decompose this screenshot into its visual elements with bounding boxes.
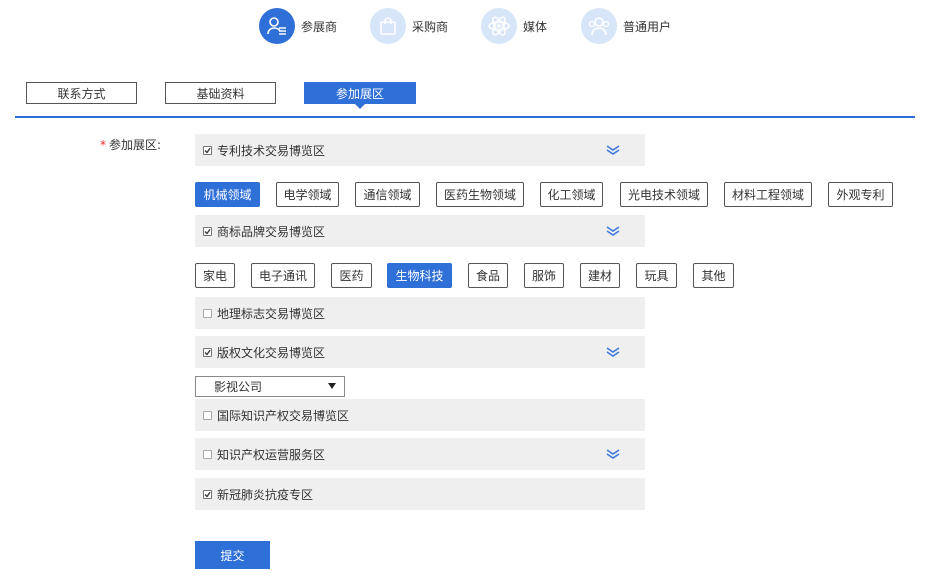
zone-row-covid: 新冠肺炎抗疫专区 xyxy=(195,478,645,510)
zone-row-international: 国际知识产权交易博览区 xyxy=(195,399,645,431)
chip-electronics[interactable]: 电子通讯 xyxy=(251,263,315,288)
chip-chemical[interactable]: 化工领域 xyxy=(540,182,603,207)
copyright-type-select[interactable]: 影视公司 xyxy=(195,376,345,397)
role-tab-buyer[interactable]: 采购商 xyxy=(370,8,448,44)
atom-icon xyxy=(481,8,517,44)
zone-name: 版权文化交易博览区 xyxy=(217,345,326,360)
chip-food[interactable]: 食品 xyxy=(468,263,508,288)
zone-row-ip-services: 知识产权运营服务区 xyxy=(195,438,645,470)
step-tab-contact[interactable]: 联系方式 xyxy=(26,82,137,104)
zone-checkbox[interactable] xyxy=(203,145,212,155)
step-divider xyxy=(15,116,915,118)
role-tab-media[interactable]: 媒体 xyxy=(481,8,547,44)
exhibitor-icon xyxy=(259,8,295,44)
expand-chevron-icon[interactable] xyxy=(605,346,621,358)
role-tab-user[interactable]: 普通用户 xyxy=(581,8,671,44)
expand-chevron-icon[interactable] xyxy=(605,144,621,156)
zone-row-patent: 专利技术交易博览区 xyxy=(195,134,645,166)
zone-checkbox[interactable] xyxy=(203,226,212,236)
zone-name: 知识产权运营服务区 xyxy=(217,447,326,462)
zone-checkbox[interactable] xyxy=(203,410,212,420)
zone-name: 专利技术交易博览区 xyxy=(217,143,326,158)
role-label: 普通用户 xyxy=(623,19,672,34)
expand-chevron-icon[interactable] xyxy=(605,225,621,237)
submit-button[interactable]: 提交 xyxy=(195,541,270,569)
expand-chevron-icon[interactable] xyxy=(605,448,621,460)
chip-materials[interactable]: 材料工程领域 xyxy=(724,182,812,207)
role-label: 参展商 xyxy=(301,19,338,34)
chip-optoelectronics[interactable]: 光电技术领域 xyxy=(620,182,708,207)
step-tab-basic-info[interactable]: 基础资料 xyxy=(165,82,276,104)
role-label: 媒体 xyxy=(523,19,548,34)
dropdown-arrow-icon xyxy=(328,383,336,389)
zone-row-copyright: 版权文化交易博览区 xyxy=(195,336,645,368)
chip-building-materials[interactable]: 建材 xyxy=(580,263,620,288)
chip-medicine[interactable]: 医药 xyxy=(331,263,372,288)
chip-design-patent[interactable]: 外观专利 xyxy=(828,182,893,207)
step-tab-exhibit-zone[interactable]: 参加展区 xyxy=(304,82,416,104)
exhibit-zone-label: * 参加展区: xyxy=(100,136,161,153)
chip-communication[interactable]: 通信领域 xyxy=(355,182,420,207)
role-tab-exhibitor[interactable]: 参展商 xyxy=(259,8,337,44)
chip-electrical[interactable]: 电学领域 xyxy=(276,182,339,207)
zone-name: 地理标志交易博览区 xyxy=(217,306,326,321)
role-label: 采购商 xyxy=(412,19,449,34)
zone-checkbox[interactable] xyxy=(203,347,212,357)
chip-other[interactable]: 其他 xyxy=(693,263,734,288)
zone-name: 新冠肺炎抗疫专区 xyxy=(217,487,314,502)
users-icon xyxy=(581,8,617,44)
select-value: 影视公司 xyxy=(214,380,263,394)
chip-appliances[interactable]: 家电 xyxy=(195,263,235,288)
zone-checkbox[interactable] xyxy=(203,308,212,318)
chip-biotech[interactable]: 生物科技 xyxy=(387,263,452,288)
zone-checkbox[interactable] xyxy=(203,489,212,499)
chip-biomedicine[interactable]: 医药生物领域 xyxy=(436,182,524,207)
label-text: 参加展区: xyxy=(109,138,162,152)
required-mark: * xyxy=(100,138,106,152)
chip-toys[interactable]: 玩具 xyxy=(636,263,677,288)
chip-apparel[interactable]: 服饰 xyxy=(524,263,564,288)
shopping-bag-icon xyxy=(370,8,406,44)
zone-checkbox[interactable] xyxy=(203,449,212,459)
zone-name: 商标品牌交易博览区 xyxy=(217,224,326,239)
zone-row-geographic: 地理标志交易博览区 xyxy=(195,297,645,329)
chip-mechanical[interactable]: 机械领域 xyxy=(195,182,260,207)
zone-name: 国际知识产权交易博览区 xyxy=(217,408,350,423)
active-step-pointer xyxy=(355,104,365,109)
zone-row-trademark: 商标品牌交易博览区 xyxy=(195,215,645,247)
